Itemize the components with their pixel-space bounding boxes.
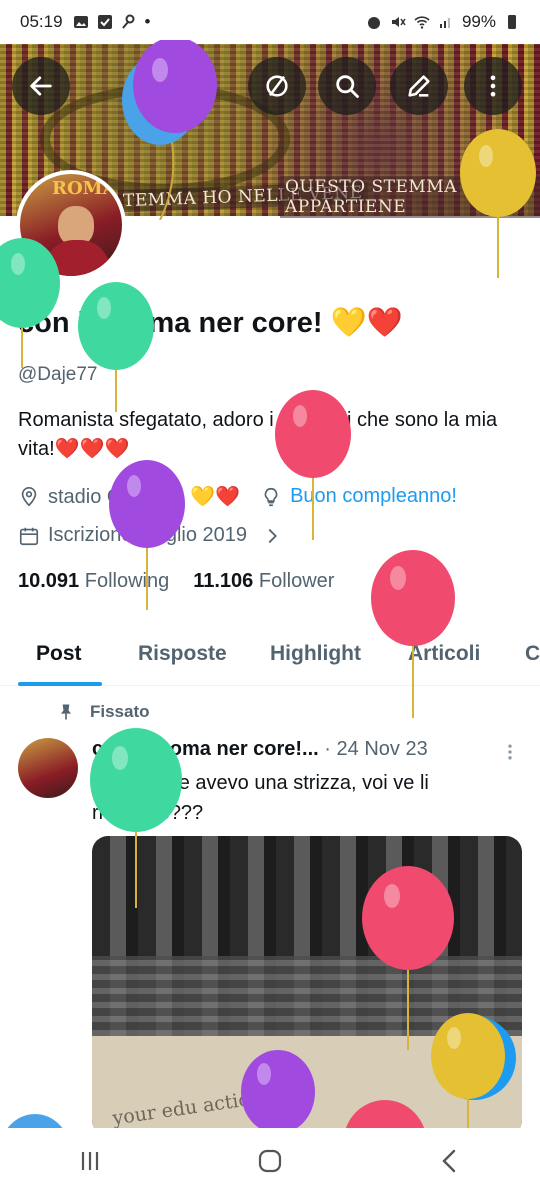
search-button[interactable] — [318, 57, 376, 115]
display-name: con la Roma ner core! 💛❤️ — [18, 307, 403, 339]
post-header: con la Roma ner core!... · 24 Nov 23 — [92, 738, 428, 761]
joined-text: Iscrizione: Luglio 2019 — [48, 524, 248, 546]
system-nav-bar — [0, 1128, 540, 1199]
home-button[interactable] — [256, 1147, 284, 1180]
edit-icon — [408, 75, 430, 97]
following-link[interactable]: 10.091 Following — [18, 570, 169, 593]
joined-row[interactable]: Iscrizione: Luglio 2019 — [18, 524, 283, 547]
system-back-button[interactable] — [436, 1147, 464, 1180]
avatar-title: ROMA — [52, 178, 117, 199]
mute-icon — [391, 17, 406, 27]
tab-highlight[interactable]: Highlight — [270, 630, 361, 666]
location-row: stadio Olimpico 💛❤️ Buon compleanno! — [18, 484, 457, 509]
balloon-green-icon — [78, 282, 154, 412]
back-button[interactable] — [12, 57, 70, 115]
banner-sign-right: QUESTO STEMMA MI APPARTIENE — [280, 176, 540, 218]
profile-avatar[interactable]: ROMA — [16, 170, 126, 280]
pinned-label: Fissato — [56, 702, 150, 722]
location-pin-icon — [21, 486, 37, 506]
notification-dot-icon: • — [144, 12, 151, 31]
battery-icon — [508, 15, 516, 29]
tab-post[interactable]: Post — [36, 630, 82, 666]
calendar-icon — [19, 527, 39, 545]
key-icon — [121, 14, 135, 29]
signal-icon — [439, 18, 450, 28]
recents-button[interactable] — [76, 1147, 104, 1180]
post-date: · 24 Nov 23 — [324, 738, 428, 760]
user-handle: @Daje77 — [18, 364, 98, 385]
search-icon — [336, 75, 359, 98]
location-text: stadio Olimpico 💛❤️ — [48, 486, 241, 508]
post-author[interactable]: con la Roma ner core!... — [92, 738, 319, 760]
lightbulb-icon — [264, 487, 278, 506]
battery-percent: 99% — [461, 12, 496, 31]
following-count: 10.091 — [18, 570, 80, 592]
post-more-button[interactable] — [500, 742, 520, 768]
followers-count: 11.106 — [193, 570, 254, 592]
following-label: Following — [84, 570, 170, 592]
mute-profile-button[interactable] — [248, 57, 306, 115]
active-tab-indicator — [18, 682, 102, 686]
tab-more[interactable]: C — [525, 630, 540, 666]
more-icon — [490, 75, 496, 97]
chevron-right-icon — [268, 528, 277, 543]
tab-risposte[interactable]: Risposte — [138, 630, 227, 666]
gallery-icon — [73, 16, 88, 28]
profile-bio: Romanista sfegatato, adoro i miei figli … — [18, 409, 498, 460]
status-time: 05:19 — [20, 12, 63, 31]
more-vertical-icon — [508, 744, 512, 760]
checkbox-icon — [97, 15, 112, 29]
home-icon — [258, 1149, 282, 1173]
balloon-blue-icon — [7, 1114, 63, 1128]
no-sign-icon — [266, 75, 288, 97]
more-options-button[interactable] — [464, 57, 522, 115]
followers-label: Follower — [258, 570, 335, 592]
status-bar: 05:19 • 99% — [0, 0, 540, 44]
tab-articoli[interactable]: Articoli — [408, 630, 480, 666]
back-icon — [30, 76, 52, 96]
post-text: Come no e avevo una strizza, voi ve li r… — [92, 772, 429, 824]
edit-button[interactable] — [390, 57, 448, 115]
alarm-icon — [367, 17, 380, 29]
post-avatar[interactable] — [18, 738, 78, 798]
wifi-icon — [414, 16, 430, 29]
compose-button[interactable]: + — [432, 1016, 516, 1100]
birthday-link[interactable]: Buon compleanno! — [290, 485, 457, 508]
pin-icon — [61, 704, 71, 720]
plus-icon: + — [462, 1035, 486, 1080]
profile-tabs: Post Risposte Highlight Articoli C — [0, 630, 540, 686]
chevron-left-icon — [442, 1149, 456, 1173]
follow-counts: 10.091 Following 11.106 Follower — [18, 570, 334, 593]
recents-icon — [81, 1152, 99, 1170]
followers-link[interactable]: 11.106 Follower — [193, 570, 334, 593]
